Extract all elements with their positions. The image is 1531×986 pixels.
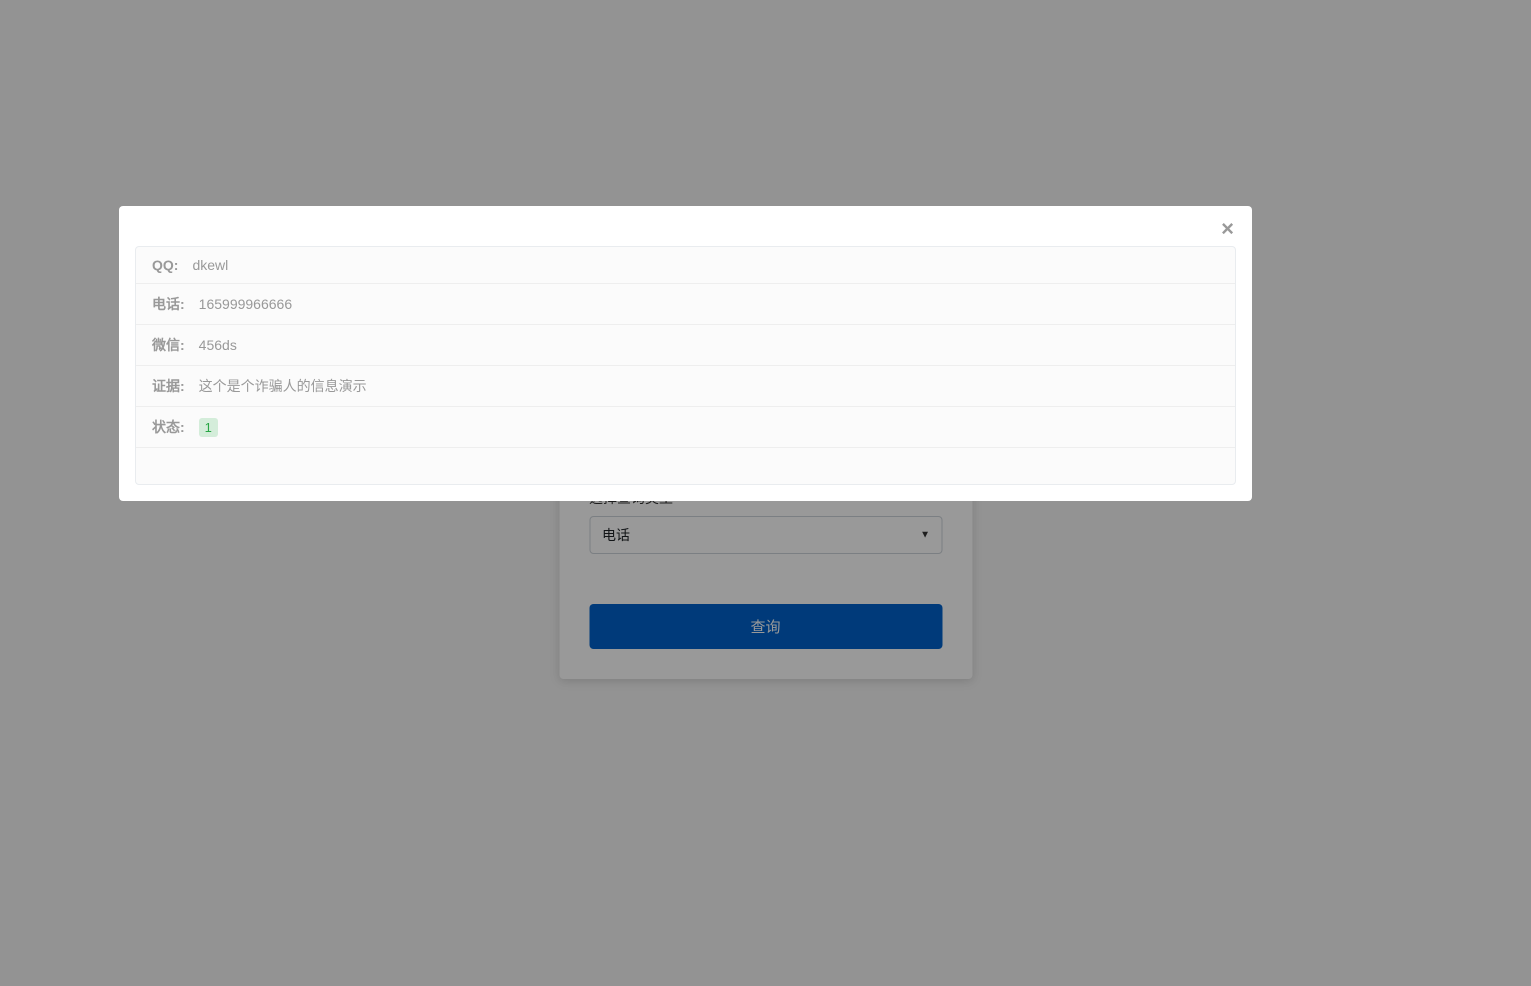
modal-dialog: × QQ: dkewl 电话: 165999966666 微信: 456ds 证… bbox=[119, 206, 1252, 501]
close-button[interactable]: × bbox=[1221, 218, 1234, 240]
info-row-status: 状态: 1 bbox=[136, 407, 1235, 448]
info-label: 电话: bbox=[152, 294, 185, 314]
modal-overlay[interactable]: × QQ: dkewl 电话: 165999966666 微信: 456ds 证… bbox=[0, 0, 1531, 986]
info-row-phone: 电话: 165999966666 bbox=[136, 284, 1235, 325]
info-row-spacer bbox=[136, 448, 1235, 484]
info-table: QQ: dkewl 电话: 165999966666 微信: 456ds 证据:… bbox=[136, 247, 1235, 484]
info-value: 165999966666 bbox=[199, 296, 292, 312]
info-value: 这个是个诈骗人的信息演示 bbox=[199, 376, 367, 396]
info-label: 证据: bbox=[152, 376, 185, 396]
info-row-qq: QQ: dkewl bbox=[136, 247, 1235, 284]
info-label: QQ: bbox=[152, 257, 178, 273]
info-value: dkewl bbox=[192, 257, 228, 273]
info-value: 456ds bbox=[199, 337, 237, 353]
status-badge: 1 bbox=[199, 418, 218, 437]
info-row-evidence: 证据: 这个是个诈骗人的信息演示 bbox=[136, 366, 1235, 407]
info-row-wechat: 微信: 456ds bbox=[136, 325, 1235, 366]
info-panel: QQ: dkewl 电话: 165999966666 微信: 456ds 证据:… bbox=[135, 246, 1236, 485]
info-label: 微信: bbox=[152, 335, 185, 355]
info-label: 状态: bbox=[152, 417, 185, 437]
close-icon: × bbox=[1221, 216, 1234, 241]
